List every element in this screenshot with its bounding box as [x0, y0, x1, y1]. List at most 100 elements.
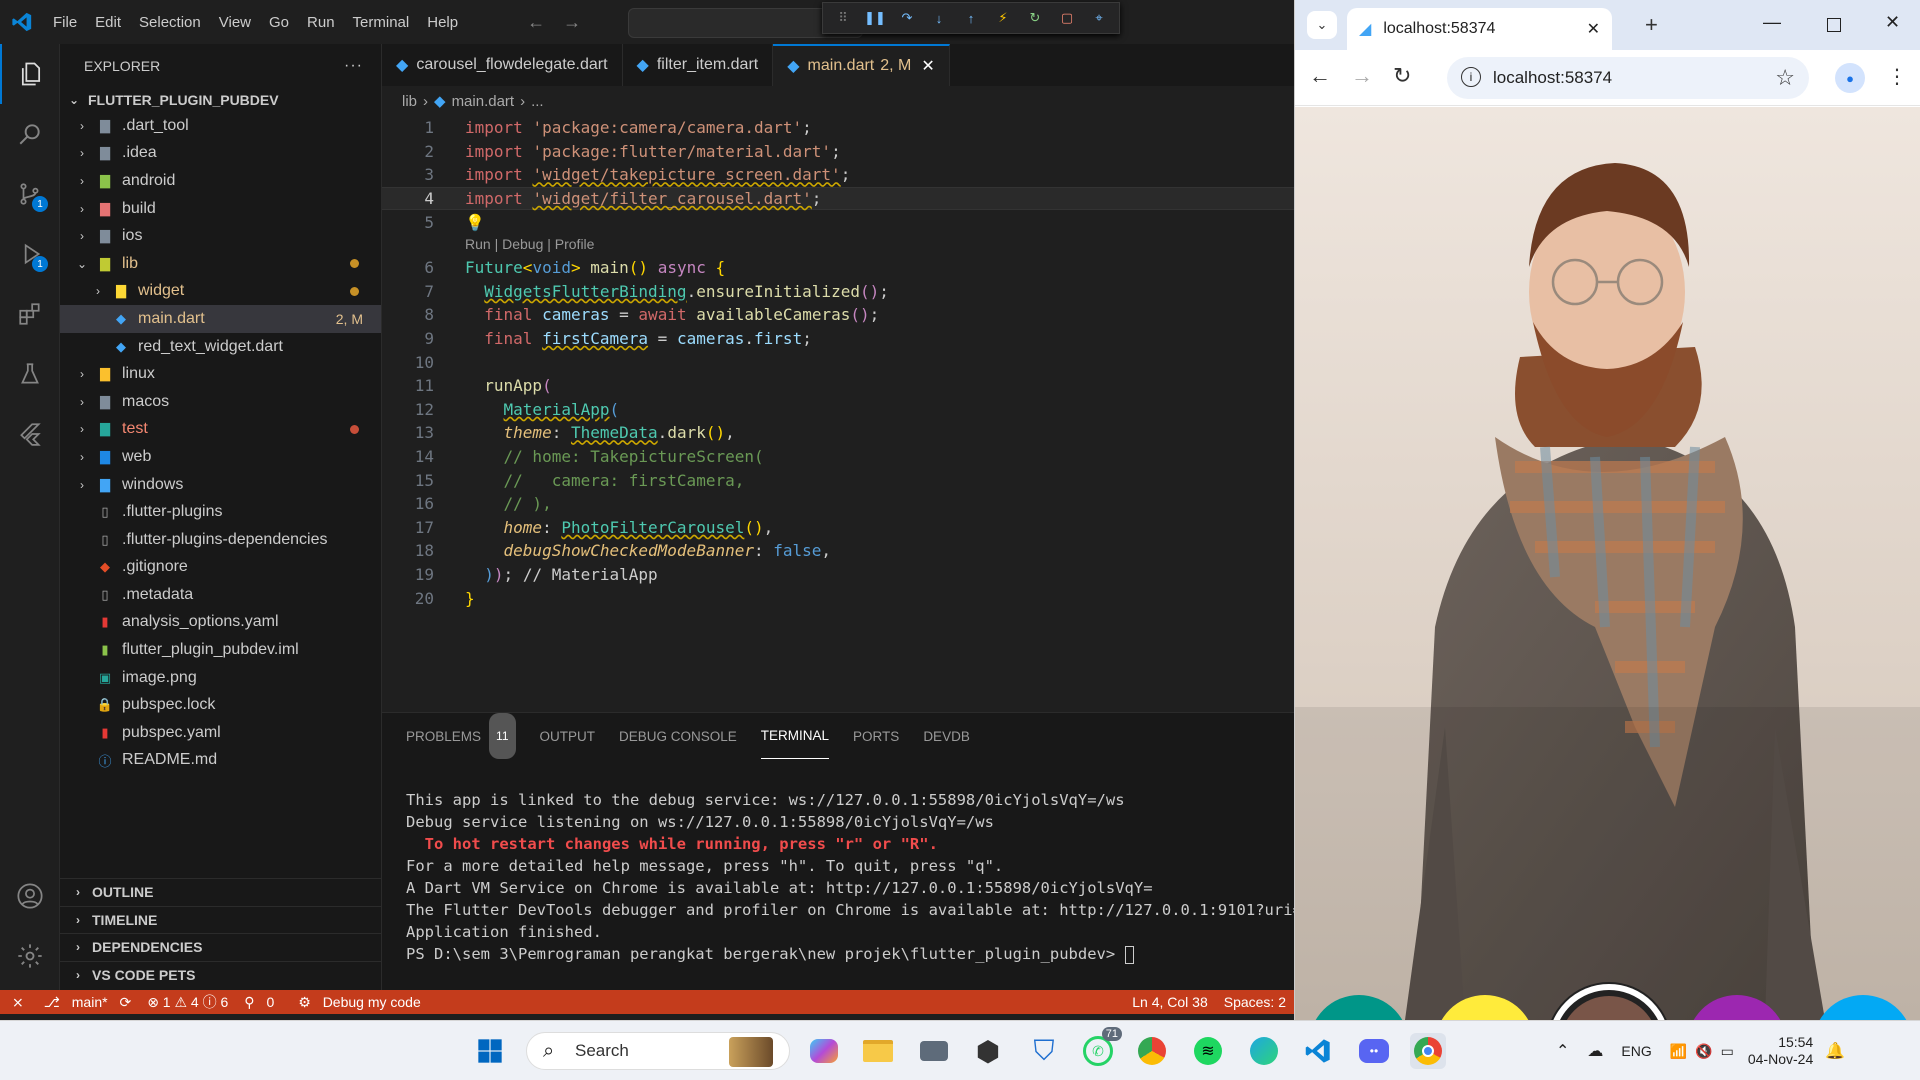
tree-item[interactable]: › ▇ test [60, 416, 381, 444]
vscode-taskbar-icon[interactable] [1300, 1033, 1336, 1069]
restart-icon[interactable]: ↻ [1025, 8, 1045, 28]
tree-item[interactable]: › ▇ widget [60, 278, 381, 306]
remote-icon[interactable]: ⨯ [0, 993, 36, 1011]
menu-file[interactable]: File [44, 14, 86, 31]
bookmark-star-icon[interactable]: ☆ [1775, 65, 1795, 91]
camera-app-icon[interactable] [916, 1033, 952, 1069]
menu-edit[interactable]: Edit [86, 14, 130, 31]
back-icon[interactable]: ← [1309, 63, 1331, 89]
taskbar-search[interactable]: ⌕ Search [526, 1032, 790, 1070]
chevron-up-icon[interactable]: ⌃ [1556, 1041, 1569, 1061]
more-actions-icon[interactable]: ··· [344, 57, 363, 75]
inspect-widget-icon[interactable]: ⌖ [1089, 8, 1109, 28]
testing-icon[interactable] [0, 344, 60, 404]
tab-debug-console[interactable]: DEBUG CONSOLE [619, 713, 737, 759]
menu-view[interactable]: View [210, 14, 260, 31]
tree-item[interactable]: ▯ .flutter-plugins-dependencies [60, 526, 381, 554]
onedrive-icon[interactable]: ☁ [1587, 1041, 1603, 1061]
indentation[interactable]: Spaces: 2 [1216, 994, 1294, 1010]
tree-item[interactable]: ▮ analysis_options.yaml [60, 609, 381, 637]
problems-indicator[interactable]: ⊗ 1 ⚠ 4 ⓘ 6 [139, 992, 236, 1012]
address-bar[interactable]: i localhost:58374 ☆ [1447, 57, 1809, 99]
volume-muted-icon[interactable]: 🔇 [1695, 1043, 1712, 1060]
wifi-icon[interactable]: 📶 [1670, 1043, 1687, 1060]
chrome-profile-icon[interactable] [1134, 1033, 1170, 1069]
maximize-icon[interactable] [1827, 18, 1841, 32]
defender-shield-icon[interactable]: ⛉ [1026, 1033, 1062, 1069]
account-icon[interactable] [0, 866, 60, 926]
tab-carousel-flowdelegate[interactable]: ◆ carousel_flowdelegate.dart [382, 44, 623, 86]
tab-terminal[interactable]: TERMINAL [760, 713, 830, 759]
window-close-icon[interactable]: ✕ [1885, 12, 1900, 33]
whatsapp-icon[interactable]: ✆ 71 [1080, 1027, 1122, 1069]
reload-icon[interactable]: ↻ [1393, 63, 1411, 89]
tab-ports[interactable]: PORTS [853, 713, 899, 759]
section-outline[interactable]: › OUTLINE [60, 878, 382, 906]
tab-filter-item[interactable]: ◆ filter_item.dart [622, 44, 774, 86]
file-explorer-icon[interactable] [860, 1033, 896, 1069]
tree-item[interactable]: › ▇ .idea [60, 140, 381, 168]
menu-run[interactable]: Run [298, 14, 344, 31]
tree-item[interactable]: ◆ main.dart 2, M [60, 305, 381, 333]
section-dependencies[interactable]: › DEPENDENCIES [60, 933, 382, 961]
forward-arrow-icon[interactable]: → [563, 12, 581, 33]
chrome-menu-icon[interactable]: ⋮ [1887, 64, 1907, 89]
hot-reload-icon[interactable]: ⚡ [993, 8, 1013, 28]
tree-item[interactable]: ▯ .flutter-plugins [60, 498, 381, 526]
run-debug-icon[interactable]: 1 [0, 224, 60, 284]
copilot-icon[interactable] [806, 1033, 842, 1069]
spotify-icon[interactable]: ≋ [1190, 1033, 1226, 1069]
tab-search-icon[interactable]: ⌄ [1307, 11, 1337, 39]
settings-gear-icon[interactable] [0, 926, 60, 986]
tab-problems[interactable]: PROBLEMS 11 [406, 713, 516, 759]
close-icon[interactable]: ✕ [921, 56, 934, 76]
close-tab-icon[interactable]: ✕ [1587, 19, 1600, 39]
lightbulb-icon[interactable]: 💡 [465, 213, 485, 232]
menu-go[interactable]: Go [260, 14, 298, 31]
tree-item[interactable]: › ▇ macos [60, 388, 381, 416]
language-indicator[interactable]: ENG [1621, 1043, 1651, 1059]
pause-icon[interactable]: ❚❚ [864, 8, 886, 28]
back-arrow-icon[interactable]: ← [527, 12, 545, 33]
tree-item[interactable]: 🔒 pubspec.lock [60, 691, 381, 719]
breadcrumb-file[interactable]: main.dart [452, 93, 515, 110]
menu-terminal[interactable]: Terminal [344, 14, 419, 31]
tree-item[interactable]: › ▇ linux [60, 360, 381, 388]
battery-icon[interactable]: ▭ [1721, 1043, 1734, 1060]
code-editor[interactable]: 1 import 'package:camera/camera.dart'; 2i… [382, 116, 1294, 712]
tree-item[interactable]: ◆ .gitignore [60, 554, 381, 582]
menu-selection[interactable]: Selection [130, 14, 210, 31]
discord-icon[interactable]: •• [1356, 1033, 1392, 1069]
site-info-icon[interactable]: i [1461, 67, 1481, 87]
menu-help[interactable]: Help [418, 14, 467, 31]
tree-item[interactable]: ⌄ ▇ lib [60, 250, 381, 278]
breadcrumb-symbol[interactable]: ... [531, 93, 544, 110]
tree-item[interactable]: ◆ red_text_widget.dart [60, 333, 381, 361]
new-tab-icon[interactable]: + [1645, 12, 1658, 38]
clock[interactable]: 15:54 04-Nov-24 [1748, 1034, 1813, 1068]
tree-item[interactable]: ▮ flutter_plugin_pubdev.iml [60, 636, 381, 664]
codelens[interactable]: Run | Debug | Profile [465, 236, 594, 252]
step-out-icon[interactable]: ↑ [961, 8, 981, 28]
section-vscode-pets[interactable]: › VS CODE PETS [60, 960, 382, 989]
tree-item[interactable]: ▮ pubspec.yaml [60, 719, 381, 747]
flutter-icon[interactable] [0, 404, 60, 464]
branch-indicator[interactable]: ⎇ main* ⟳ [36, 994, 139, 1011]
chrome-taskbar-icon[interactable] [1410, 1033, 1446, 1069]
step-over-icon[interactable]: ↷ [897, 8, 917, 28]
extensions-icon[interactable] [0, 284, 60, 344]
explorer-icon[interactable] [0, 44, 60, 104]
debug-indicator[interactable]: ⚙ Debug my code [290, 994, 437, 1011]
tree-item[interactable]: ▯ .metadata [60, 581, 381, 609]
tree-item[interactable]: ▣ image.png [60, 664, 381, 692]
tree-item[interactable]: ⓘ README.md [60, 747, 381, 775]
unity-icon[interactable]: ⬢ [970, 1033, 1006, 1069]
tree-item[interactable]: › ▇ android [60, 167, 381, 195]
profile-avatar-icon[interactable]: ● [1835, 63, 1865, 93]
forward-icon[interactable]: → [1351, 63, 1373, 89]
breadcrumb-lib[interactable]: lib [402, 93, 417, 110]
section-timeline[interactable]: › TIMELINE [60, 905, 382, 934]
project-root[interactable]: ⌄ FLUTTER_PLUGIN_PUBDEV [60, 88, 381, 112]
edge-icon[interactable] [1246, 1033, 1282, 1069]
tree-item[interactable]: › ▇ web [60, 443, 381, 471]
